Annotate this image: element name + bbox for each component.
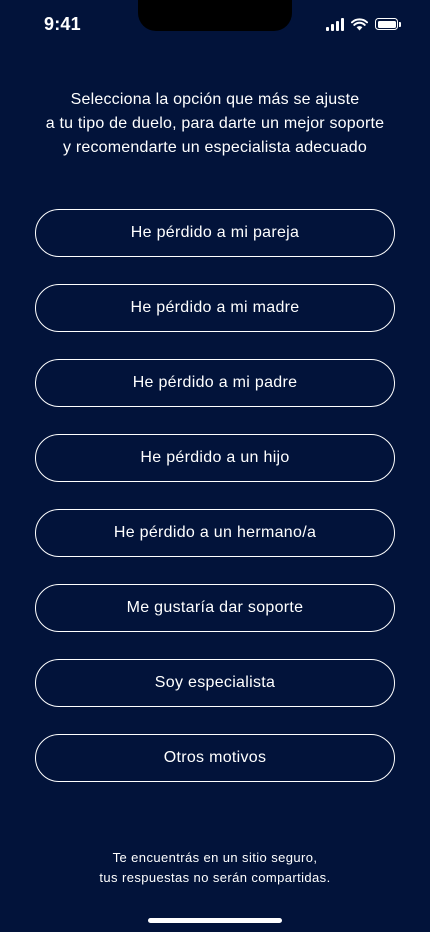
wifi-icon <box>351 17 368 30</box>
option-father-button[interactable]: He pérdido a mi padre <box>35 359 395 407</box>
status-bar: 9:41 <box>0 0 430 54</box>
grief-options-list: He pérdido a mi pareja He pérdido a mi m… <box>35 209 395 809</box>
option-other-button[interactable]: Otros motivos <box>35 734 395 782</box>
option-partner-button[interactable]: He pérdido a mi pareja <box>35 209 395 257</box>
home-indicator[interactable] <box>148 918 282 923</box>
option-give-support-button[interactable]: Me gustaría dar soporte <box>35 584 395 632</box>
dynamic-island <box>138 0 292 31</box>
intro-line-1: Selecciona la opción que más se ajuste <box>70 91 360 108</box>
intro-line-2: a tu tipo de duelo, para darte un mejor … <box>45 115 385 132</box>
intro-text: Selecciona la opción que más se ajuste a… <box>0 88 430 160</box>
option-specialist-button[interactable]: Soy especialista <box>35 659 395 707</box>
option-sibling-button[interactable]: He pérdido a un hermano/a <box>35 509 395 557</box>
battery-icon <box>375 18 401 30</box>
option-child-button[interactable]: He pérdido a un hijo <box>35 434 395 482</box>
option-mother-button[interactable]: He pérdido a mi madre <box>35 284 395 332</box>
cellular-signal-icon <box>326 17 344 31</box>
privacy-note-line-2: tus respuestas no serán compartidas. <box>99 870 331 885</box>
intro-line-3: y recomendarte un especialista adecuado <box>63 139 367 156</box>
privacy-note-line-1: Te encuentrás en un sitio seguro, <box>112 850 318 865</box>
privacy-note: Te encuentrás en un sitio seguro, tus re… <box>0 848 430 888</box>
status-time: 9:41 <box>44 14 81 34</box>
status-icons <box>326 17 401 31</box>
